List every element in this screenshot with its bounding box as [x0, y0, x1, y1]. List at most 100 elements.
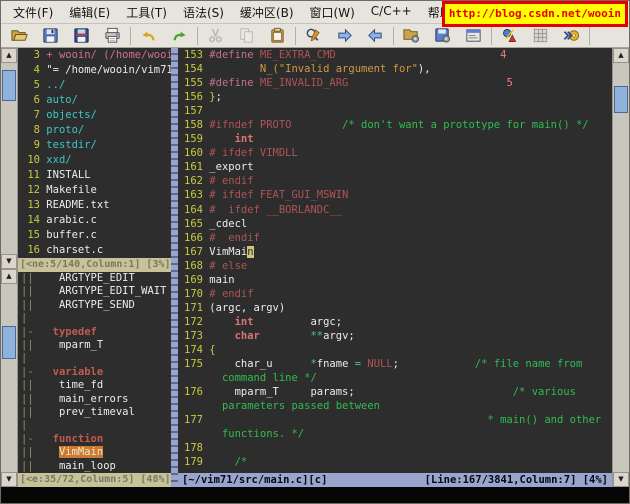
scroll-thumb[interactable]	[2, 326, 16, 359]
code-line[interactable]: 171 (argc, argv)	[184, 301, 612, 315]
window-separator[interactable]	[171, 48, 178, 487]
scroll-up-button[interactable]: ▲	[613, 48, 629, 63]
code-line[interactable]: functions. */	[184, 427, 612, 441]
file-row[interactable]: 7 objects/	[21, 108, 171, 123]
code-line[interactable]: 157	[184, 104, 612, 118]
toolbar-redo-button[interactable]	[164, 25, 195, 46]
toolbar-open-button[interactable]	[4, 25, 35, 46]
toolbar-make-button[interactable]	[494, 25, 525, 46]
toolbar-build-tags-button[interactable]	[525, 25, 556, 46]
tag-header-row[interactable]: |- function	[21, 433, 171, 446]
tag-row[interactable]: || main_errors	[21, 393, 171, 406]
file-row[interactable]: 15 buffer.c	[21, 228, 171, 243]
code-line[interactable]: 160 # ifdef VIMDLL	[184, 146, 612, 160]
toolbar-separator	[130, 26, 131, 45]
toolbar-load-session-button[interactable]	[396, 25, 427, 46]
file-row[interactable]: 3 + wooin/ (/home/wooin	[21, 48, 171, 63]
tag-row[interactable]: || mparm_T	[21, 339, 171, 352]
code-line[interactable]: 178	[184, 441, 612, 455]
file-row[interactable]: 14 arabic.c	[21, 213, 171, 228]
taglist-statusline[interactable]: [<e:35/72,Column:5] [48%]	[18, 473, 171, 487]
tag-row[interactable]: || main_loop	[21, 460, 171, 473]
tag-row[interactable]: || ARGTYPE_EDIT_WAIT	[21, 285, 171, 298]
scroll-up-button[interactable]: ▲	[1, 269, 17, 284]
tag-header-row[interactable]: |- typedef	[21, 326, 171, 339]
toolbar-tag-jump-button[interactable]	[556, 25, 587, 46]
tag-row[interactable]: || time_fd	[21, 379, 171, 392]
code-line[interactable]: 158 #ifndef PROTO /* don't want a protot…	[184, 118, 612, 132]
toolbar-paste-button[interactable]	[262, 25, 293, 46]
file-row[interactable]: 10 xxd/	[21, 153, 171, 168]
code-line[interactable]: 159 int	[184, 132, 612, 146]
tag-row[interactable]: || ARGTYPE_EDIT	[21, 272, 171, 285]
code-line[interactable]: 154 N_("Invalid argument for"),	[184, 62, 612, 76]
toolbar-run-script-button[interactable]	[458, 25, 489, 46]
code-line[interactable]: 172 int argc;	[184, 315, 612, 329]
code-line[interactable]: 167 VimMain	[184, 245, 612, 259]
scroll-thumb[interactable]	[614, 86, 628, 113]
toolbar-undo-button[interactable]	[133, 25, 164, 46]
code-line[interactable]: 162 # endif	[184, 174, 612, 188]
tag-header-row[interactable]: |- variable	[21, 366, 171, 379]
left-scrollbar[interactable]: ▲ ▼ ▲ ▼	[1, 48, 18, 487]
code-line[interactable]: 177 * main() and other	[184, 413, 612, 427]
scroll-down-button[interactable]: ▼	[613, 472, 629, 487]
toolbar-save-session-button[interactable]	[427, 25, 458, 46]
right-scrollbar[interactable]: ▲ ▼	[612, 48, 629, 487]
code-line[interactable]: 168 # else	[184, 259, 612, 273]
menu-item-6[interactable]: C/C++	[363, 2, 420, 23]
file-row[interactable]: 16 charset.c	[21, 243, 171, 258]
code-line[interactable]: 153 #define ME_EXTRA_CMD 4	[184, 48, 612, 62]
code-line[interactable]: 174 {	[184, 343, 612, 357]
toolbar-find-prev-button[interactable]	[360, 25, 391, 46]
code-line[interactable]: 161 _export	[184, 160, 612, 174]
toolbar-save-button[interactable]	[35, 25, 66, 46]
scroll-down-button[interactable]: ▼	[1, 472, 17, 487]
file-row[interactable]: 13 README.txt	[21, 198, 171, 213]
file-row[interactable]: 11 INSTALL	[21, 168, 171, 183]
toolbar-copy-button[interactable]	[231, 25, 262, 46]
tag-row[interactable]: || VimMain	[21, 446, 171, 459]
menu-item-4[interactable]: 缓冲区(B)	[232, 2, 302, 23]
code-line[interactable]: command line */	[184, 371, 612, 385]
code-line[interactable]: 170 # endif	[184, 287, 612, 301]
scroll-down-button[interactable]: ▼	[1, 254, 17, 269]
menu-item-5[interactable]: 窗口(W)	[302, 2, 363, 23]
file-row[interactable]: 9 testdir/	[21, 138, 171, 153]
explorer-statusline[interactable]: [<ne:5/140,Column:1] [3%]	[18, 258, 171, 272]
code-line[interactable]: 163 # ifdef FEAT_GUI_MSWIN	[184, 188, 612, 202]
code-line[interactable]: 169 main	[184, 273, 612, 287]
code-line[interactable]: 176 mparm_T params; /* various	[184, 385, 612, 399]
menu-item-1[interactable]: 编辑(E)	[61, 2, 118, 23]
code-line[interactable]: 166 # endif	[184, 231, 612, 245]
code-line[interactable]: 156 };	[184, 90, 612, 104]
toolbar-cut-button[interactable]	[200, 25, 231, 46]
menu-item-3[interactable]: 语法(S)	[175, 2, 232, 23]
toolbar-find-next-button[interactable]	[329, 25, 360, 46]
scroll-up-button[interactable]: ▲	[1, 48, 17, 63]
selected-tag[interactable]: VimMain	[58, 446, 104, 459]
tag-row[interactable]: || ARGTYPE_SEND	[21, 299, 171, 312]
toolbar-find-replace-button[interactable]	[298, 25, 329, 46]
code-line[interactable]: 155 #define ME_INVALID_ARG 5	[184, 76, 612, 90]
tag-row[interactable]: || prev_timeval	[21, 406, 171, 419]
file-row[interactable]: 5 ../	[21, 78, 171, 93]
menu-item-0[interactable]: 文件(F)	[5, 2, 61, 23]
file-row[interactable]: 6 auto/	[21, 93, 171, 108]
code-line[interactable]: 175 char_u *fname = NULL; /* file name f…	[184, 357, 612, 371]
code-line[interactable]: 165 _cdecl	[184, 217, 612, 231]
toolbar-print-button[interactable]	[97, 25, 128, 46]
code-line[interactable]: 173 char **argv;	[184, 329, 612, 343]
menu-item-2[interactable]: 工具(T)	[118, 2, 175, 23]
toolbar-save-all-button[interactable]	[66, 25, 97, 46]
code-line[interactable]: 179 /*	[184, 455, 612, 469]
file-row[interactable]: 12 Makefile	[21, 183, 171, 198]
scroll-thumb[interactable]	[2, 70, 16, 101]
editor-statusline[interactable]: [~/vim71/src/main.c][c] [Line:167/3841,C…	[178, 473, 612, 487]
code-line[interactable]: parameters passed between	[184, 399, 612, 413]
file-row[interactable]: 8 proto/	[21, 123, 171, 138]
command-line[interactable]	[1, 487, 629, 503]
code-line[interactable]: 164 # ifdef __BORLANDC__	[184, 203, 612, 217]
file-row[interactable]: 4 "= /home/wooin/vim71/	[21, 63, 171, 78]
